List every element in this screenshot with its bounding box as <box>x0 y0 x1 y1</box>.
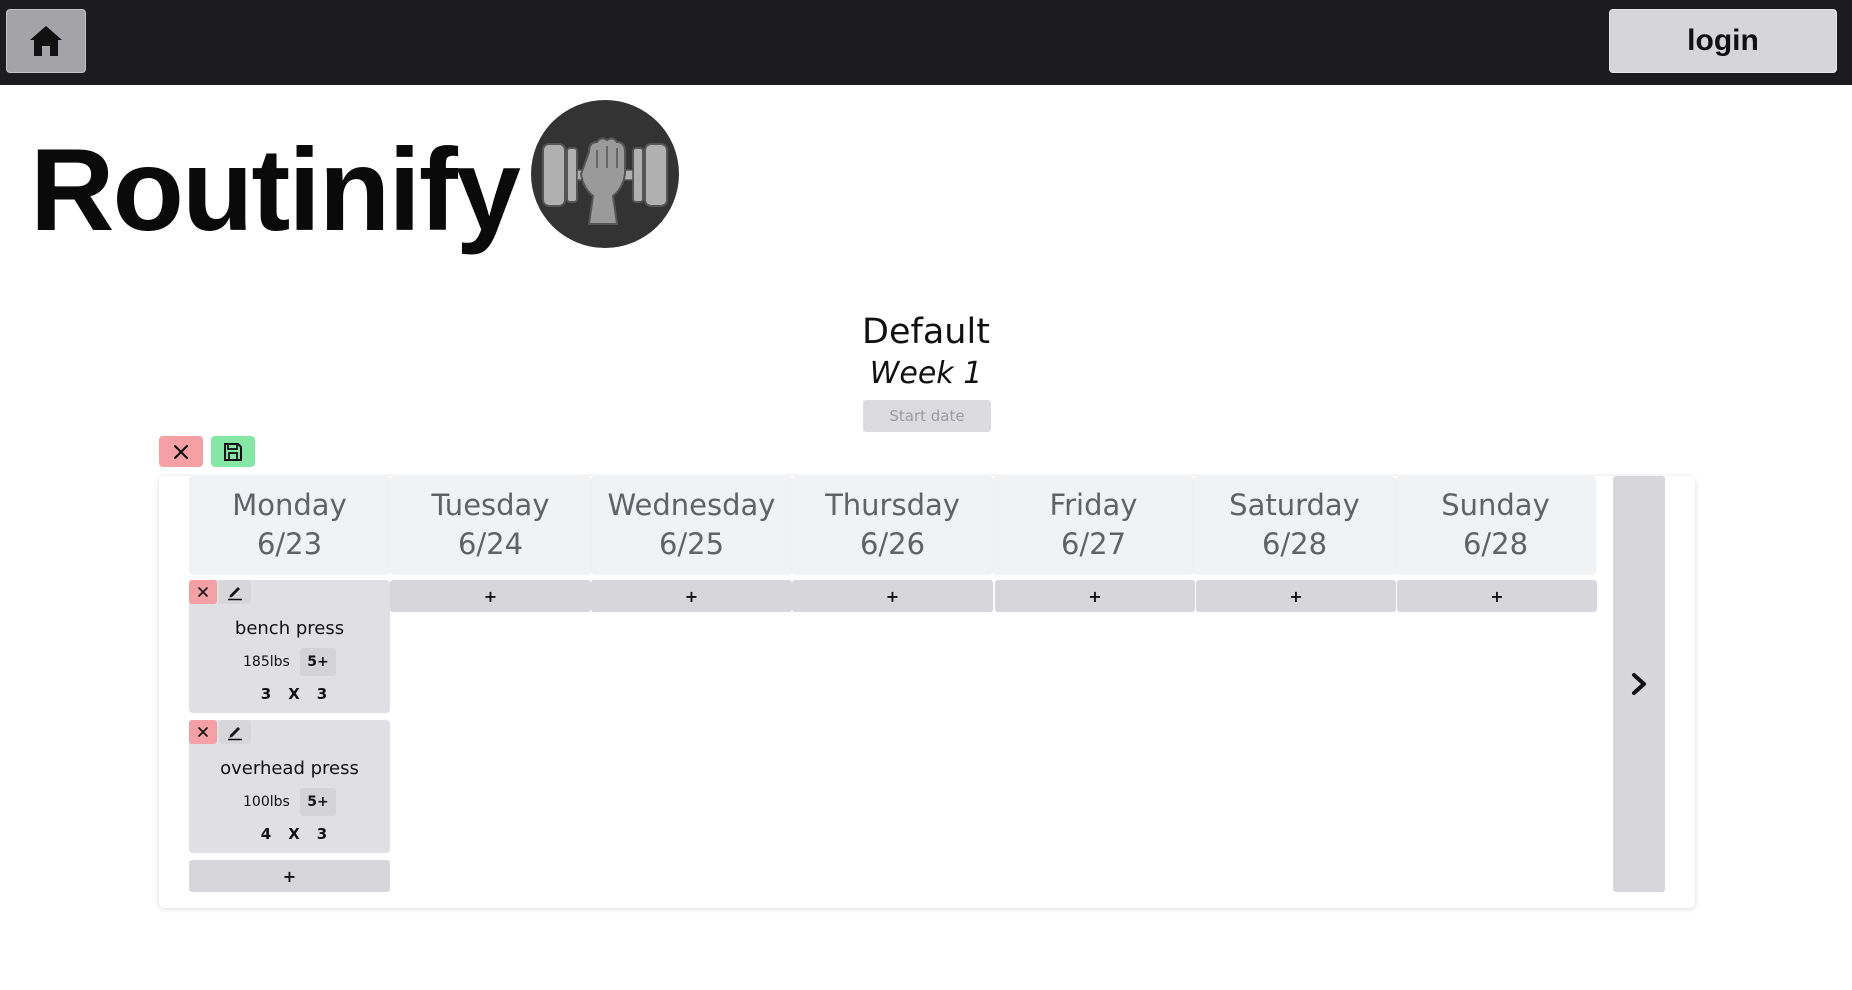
add-exercise-button-sunday[interactable]: + <box>1397 580 1597 612</box>
save-icon <box>224 442 242 461</box>
next-week-button[interactable] <box>1613 476 1665 892</box>
day-header-tuesday: Tuesday 6/24 <box>390 476 591 574</box>
brand-title: Routinify <box>30 123 521 255</box>
close-icon <box>198 587 208 597</box>
reps-value[interactable]: 3 <box>315 685 329 703</box>
exercise-weight: 185lbs <box>243 654 290 670</box>
day-name: Thursday <box>825 487 960 522</box>
pencil-icon <box>228 587 242 601</box>
day-date: 6/24 <box>457 527 524 561</box>
dumbbell-fist-icon <box>530 100 679 248</box>
cancel-button[interactable] <box>159 436 203 467</box>
day-name: Monday <box>232 487 347 522</box>
start-date-button[interactable]: Start date <box>863 400 991 432</box>
day-name: Sunday <box>1441 487 1550 522</box>
home-button[interactable] <box>6 9 86 73</box>
sets-reps: 4 X 3 <box>259 825 329 843</box>
day-name: Friday <box>1049 487 1138 522</box>
edit-exercise-button[interactable] <box>219 720 251 744</box>
routine-week: Week 1 <box>869 356 983 391</box>
day-header-sunday: Sunday 6/28 <box>1395 476 1596 574</box>
day-date: 6/23 <box>256 527 323 561</box>
day-name: Saturday <box>1229 487 1360 522</box>
add-exercise-button-monday[interactable]: + <box>189 860 390 892</box>
close-icon <box>198 727 208 737</box>
exercise-name: overhead press <box>220 758 359 779</box>
delete-exercise-button[interactable] <box>189 580 217 604</box>
times-label: X <box>288 825 300 843</box>
day-date: 6/25 <box>658 527 725 561</box>
top-nav-bar: login <box>0 0 1852 85</box>
home-icon <box>30 26 62 56</box>
reps-value[interactable]: 3 <box>315 825 329 843</box>
day-header-wednesday: Wednesday 6/25 <box>591 476 792 574</box>
add-exercise-button-tuesday[interactable]: + <box>390 580 591 612</box>
day-header-monday: Monday 6/23 <box>189 476 390 574</box>
delete-exercise-button[interactable] <box>189 720 217 744</box>
login-button[interactable]: login <box>1609 9 1837 73</box>
routine-name: Default <box>862 312 990 352</box>
sets-value[interactable]: 4 <box>259 825 273 843</box>
exercise-name: bench press <box>234 618 345 639</box>
times-label: X <box>288 685 300 703</box>
pencil-icon <box>228 727 242 741</box>
day-name: Wednesday <box>607 487 776 522</box>
day-headers: Monday 6/23 Tuesday 6/24 Wednesday 6/25 … <box>189 476 1597 576</box>
day-date: 6/28 <box>1261 527 1328 561</box>
day-date: 6/26 <box>859 527 926 561</box>
exercise-card: overhead press 100lbs 5+ 4 X 3 <box>189 720 390 853</box>
sets-value[interactable]: 3 <box>259 685 273 703</box>
day-header-saturday: Saturday 6/28 <box>1194 476 1395 574</box>
sets-reps: 3 X 3 <box>259 685 329 703</box>
add-exercise-button-friday[interactable]: + <box>995 580 1195 612</box>
save-button[interactable] <box>211 436 255 467</box>
add-exercise-button-wednesday[interactable]: + <box>591 580 792 612</box>
edit-exercise-button[interactable] <box>219 580 251 604</box>
chevron-right-icon <box>1632 673 1646 695</box>
day-name: Tuesday <box>431 487 550 522</box>
day-date: 6/28 <box>1462 527 1529 561</box>
day-header-friday: Friday 6/27 <box>993 476 1194 574</box>
exercise-weight: 100lbs <box>243 794 290 810</box>
day-date: 6/27 <box>1060 527 1127 561</box>
brand-header: Routinify <box>30 100 679 255</box>
exercise-card: bench press 185lbs 5+ 3 X 3 <box>189 580 390 713</box>
day-header-thursday: Thursday 6/26 <box>792 476 993 574</box>
close-icon <box>173 444 189 459</box>
add-exercise-button-thursday[interactable]: + <box>792 580 993 612</box>
amrap-button[interactable]: 5+ <box>300 648 336 676</box>
amrap-button[interactable]: 5+ <box>300 788 336 816</box>
add-exercise-button-saturday[interactable]: + <box>1196 580 1396 612</box>
